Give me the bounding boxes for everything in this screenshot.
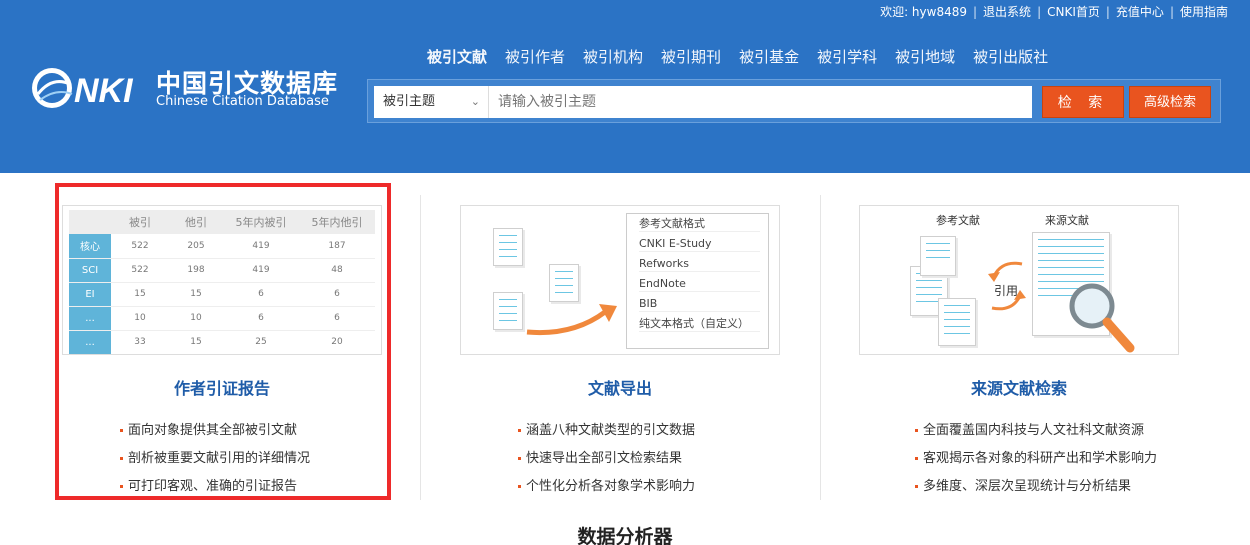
search-bar: 被引主题 ⌄ 检 索 高级检索 [367,79,1221,123]
cnki-logo[interactable]: NKI 中国引文数据库 Chinese Citation Database [30,62,337,114]
panel-title[interactable]: 来源文献检索 [859,375,1179,399]
search-field-value: 被引主题 [383,94,436,109]
separator: | [1105,4,1110,19]
format-item: EndNote [627,274,768,294]
divider [820,195,821,500]
cite-label: 引用 [994,284,1019,298]
document-icon [938,298,976,346]
cnki-logo-icon: NKI [32,68,134,110]
logout-link[interactable]: 退出系统 [983,3,1031,20]
format-item: 纯文本格式（自定义） [627,314,768,334]
list-item: 快速导出全部引文检索结果 [518,445,780,473]
document-icon [493,228,523,266]
top-links: 欢迎: hyw8489 | 退出系统 | CNKI首页 | 充值中心 | 使用指… [880,3,1228,20]
list-item: 涵盖八种文献类型的引文数据 [518,417,780,445]
highlight-box [55,183,391,500]
separator: | [1169,4,1174,19]
reference-label: 参考文献 [936,214,980,227]
logo-name-en: Chinese Citation Database [156,94,329,109]
document-icon [549,264,579,302]
separator: | [1037,4,1042,19]
header: 欢迎: hyw8489 | 退出系统 | CNKI首页 | 充值中心 | 使用指… [0,0,1250,173]
nav-tabs: 被引文献 被引作者 被引机构 被引期刊 被引基金 被引学科 被引地域 被引出版社 [418,46,1057,68]
document-icon [493,292,523,330]
format-list: 参考文献格式 CNKI E-Study Refworks EndNote BIB… [626,213,769,349]
arrow-icon [526,304,617,336]
source-label: 来源文献 [1045,214,1089,227]
tab-cited-institution[interactable]: 被引机构 [574,46,652,68]
cnki-home-link[interactable]: CNKI首页 [1047,3,1100,20]
format-item: 参考文献格式 [627,214,768,234]
recharge-link[interactable]: 充值中心 [1116,3,1164,20]
section-title: 数据分析器 [577,526,673,545]
tab-cited-journal[interactable]: 被引期刊 [652,46,730,68]
document-icon [920,236,956,276]
welcome-user: 欢迎: hyw8489 [880,5,967,19]
format-item: BIB [627,294,768,314]
tab-cited-publisher[interactable]: 被引出版社 [964,46,1057,68]
search-input[interactable] [489,86,1032,118]
magnifier-icon [1069,283,1135,353]
guide-link[interactable]: 使用指南 [1180,3,1228,20]
chevron-down-icon: ⌄ [470,95,480,108]
panel-literature-export: 参考文献格式 CNKI E-Study Refworks EndNote BIB… [460,205,780,501]
format-item: CNKI E-Study [627,234,768,254]
list-item: 多维度、深层次呈现统计与分析结果 [915,473,1179,501]
svg-text:NKI: NKI [74,72,134,110]
panel-source-literature-search: 参考文献 来源文献 引用 来源文献检索 全面覆盖国内科技与人文社科文献资源 客观… [859,205,1179,501]
list-item: 客观揭示各对象的科研产出和学术影响力 [915,445,1179,473]
advanced-search-button[interactable]: 高级检索 [1129,86,1211,118]
feature-list: 全面覆盖国内科技与人文社科文献资源 客观揭示各对象的科研产出和学术影响力 多维度… [859,417,1179,501]
divider [420,195,421,500]
feature-list: 涵盖八种文献类型的引文数据 快速导出全部引文检索结果 个性化分析各对象学术影响力 [460,417,780,501]
list-item: 全面覆盖国内科技与人文社科文献资源 [915,417,1179,445]
list-item: 个性化分析各对象学术影响力 [518,473,780,501]
panel-title[interactable]: 文献导出 [460,375,780,399]
tab-cited-subject[interactable]: 被引学科 [808,46,886,68]
separator: | [973,4,978,19]
tab-cited-region[interactable]: 被引地域 [886,46,964,68]
tab-cited-literature[interactable]: 被引文献 [418,46,496,68]
export-card[interactable]: 参考文献格式 CNKI E-Study Refworks EndNote BIB… [460,205,780,355]
format-item: Refworks [627,254,768,274]
tab-cited-fund[interactable]: 被引基金 [730,46,808,68]
source-search-card[interactable]: 参考文献 来源文献 引用 [859,205,1179,355]
search-field-select[interactable]: 被引主题 ⌄ [374,86,489,118]
search-button[interactable]: 检 索 [1042,86,1124,118]
tab-cited-author[interactable]: 被引作者 [496,46,574,68]
